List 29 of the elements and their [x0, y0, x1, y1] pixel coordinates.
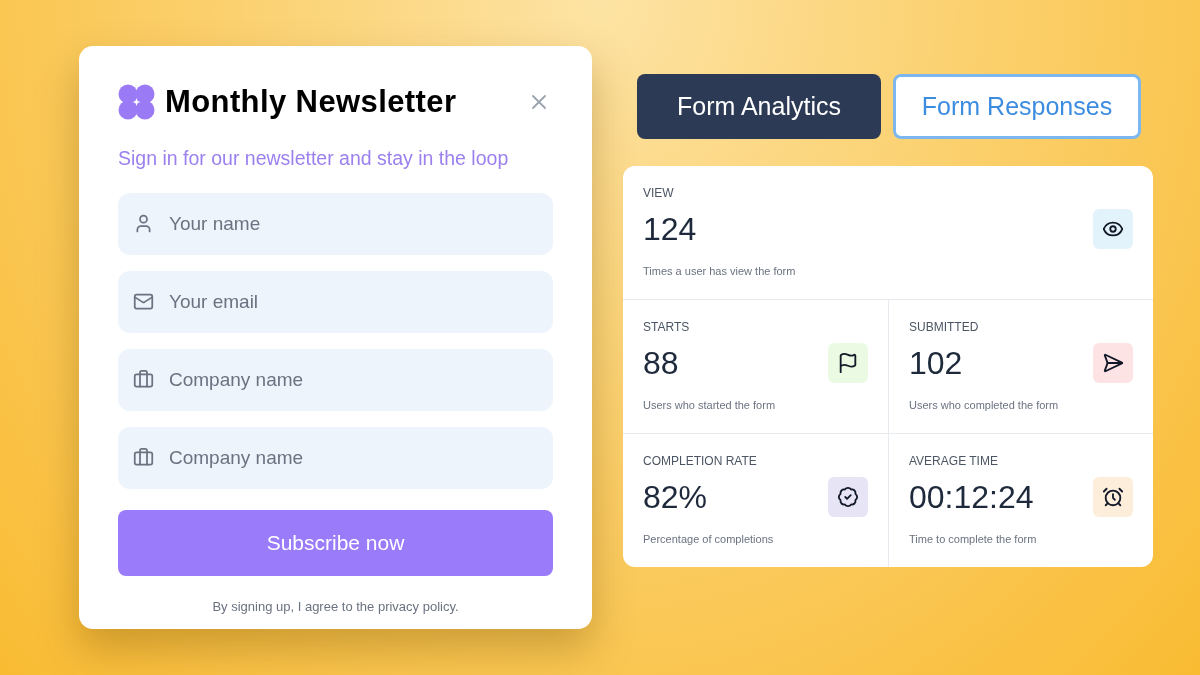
- stat-description: Percentage of completions: [643, 532, 774, 547]
- stat-label: COMPLETION RATE: [643, 453, 757, 469]
- newsletter-subtitle: Sign in for our newsletter and stay in the loop: [118, 146, 509, 171]
- flower-logo-icon: [118, 84, 155, 120]
- stat-description: Users who started the form: [643, 398, 776, 413]
- stat-label: AVERAGE TIME: [909, 453, 998, 469]
- stat-label: STARTS: [643, 319, 690, 335]
- stat-value: 00:12:24: [909, 478, 1034, 517]
- newsletter-title: Monthly Newsletter: [165, 84, 457, 120]
- stat-label: VIEW: [643, 185, 674, 201]
- stat-description: Users who completed the form: [909, 398, 1059, 413]
- briefcase-icon: [133, 369, 154, 390]
- stat-value: 88: [643, 344, 679, 383]
- stat-label: SUBMITTED: [909, 319, 979, 335]
- input-field[interactable]: Your email: [118, 271, 553, 333]
- stat-description: Times a user has view the form: [643, 264, 796, 279]
- input-field[interactable]: Company name: [118, 349, 553, 411]
- stat-value: 82%: [643, 478, 708, 517]
- input-field[interactable]: Your name: [118, 193, 553, 255]
- input-field[interactable]: Company name: [118, 427, 553, 489]
- subscribe-button[interactable]: Subscribe now: [118, 510, 553, 576]
- envelope-icon: [133, 291, 154, 312]
- tab[interactable]: Form Analytics: [637, 74, 881, 139]
- briefcase-icon: [133, 447, 154, 468]
- stat-value: 102: [909, 344, 963, 383]
- tab[interactable]: Form Responses: [893, 74, 1141, 139]
- stat-value: 124: [643, 210, 697, 249]
- stat-description: Time to complete the form: [909, 532, 1037, 547]
- privacy-note: By signing up, I agree to the privacy policy.: [212, 598, 459, 616]
